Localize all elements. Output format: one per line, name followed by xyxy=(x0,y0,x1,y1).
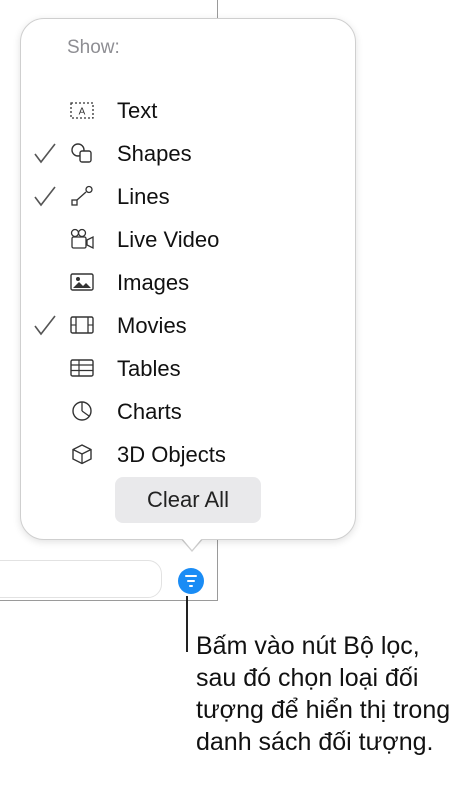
popover-arrow xyxy=(181,537,203,550)
menu-item-label: Tables xyxy=(117,356,181,381)
menu-item-label: Lines xyxy=(117,184,170,209)
checkmark-icon xyxy=(34,143,56,164)
lines-icon xyxy=(71,185,93,206)
checkmark-icon xyxy=(34,186,56,207)
menu-item-live-video[interactable]: Live Video xyxy=(21,221,357,261)
menu-item-label: Live Video xyxy=(117,227,220,252)
filter-button[interactable] xyxy=(178,568,204,594)
svg-text:A: A xyxy=(79,107,86,118)
search-field[interactable] xyxy=(0,560,162,598)
show-header: Show: xyxy=(67,37,120,58)
image-icon xyxy=(70,273,94,291)
menu-item-shapes[interactable]: Shapes xyxy=(21,135,357,175)
menu-item-label: Charts xyxy=(117,399,182,424)
menu-item-lines[interactable]: Lines xyxy=(21,178,357,218)
filter-icon-line xyxy=(185,575,197,577)
text-box-icon: A xyxy=(70,102,94,119)
chart-icon xyxy=(72,401,92,421)
live-video-icon xyxy=(70,228,94,250)
table-icon xyxy=(70,359,94,377)
film-icon xyxy=(70,316,94,334)
callout-text: Bấm vào nút Bộ lọc, sau đó chọn loại đối… xyxy=(196,632,451,756)
menu-item-tables[interactable]: Tables xyxy=(21,350,357,390)
menu-item-movies[interactable]: Movies xyxy=(21,307,357,347)
cube-icon xyxy=(72,444,92,465)
callout-line xyxy=(186,596,188,652)
menu-item-label: Shapes xyxy=(117,141,192,166)
menu-item-3d-objects[interactable]: 3D Objects xyxy=(21,436,357,476)
filter-popover: Show: A Text Shapes Lines Live Video Ima… xyxy=(20,18,356,540)
menu-item-images[interactable]: Images xyxy=(21,264,357,304)
menu-item-label: 3D Objects xyxy=(117,442,226,467)
checkmark-icon xyxy=(34,315,56,336)
filter-icon-line xyxy=(187,580,195,582)
menu-item-text[interactable]: A Text xyxy=(21,92,357,132)
menu-item-label: Images xyxy=(117,270,190,295)
clear-all-button[interactable]: Clear All xyxy=(115,477,261,523)
menu-item-label: Text xyxy=(117,98,158,123)
menu-item-label: Movies xyxy=(117,313,187,338)
filter-icon-line xyxy=(189,585,193,587)
menu-item-charts[interactable]: Charts xyxy=(21,393,357,433)
shapes-icon xyxy=(71,143,92,163)
